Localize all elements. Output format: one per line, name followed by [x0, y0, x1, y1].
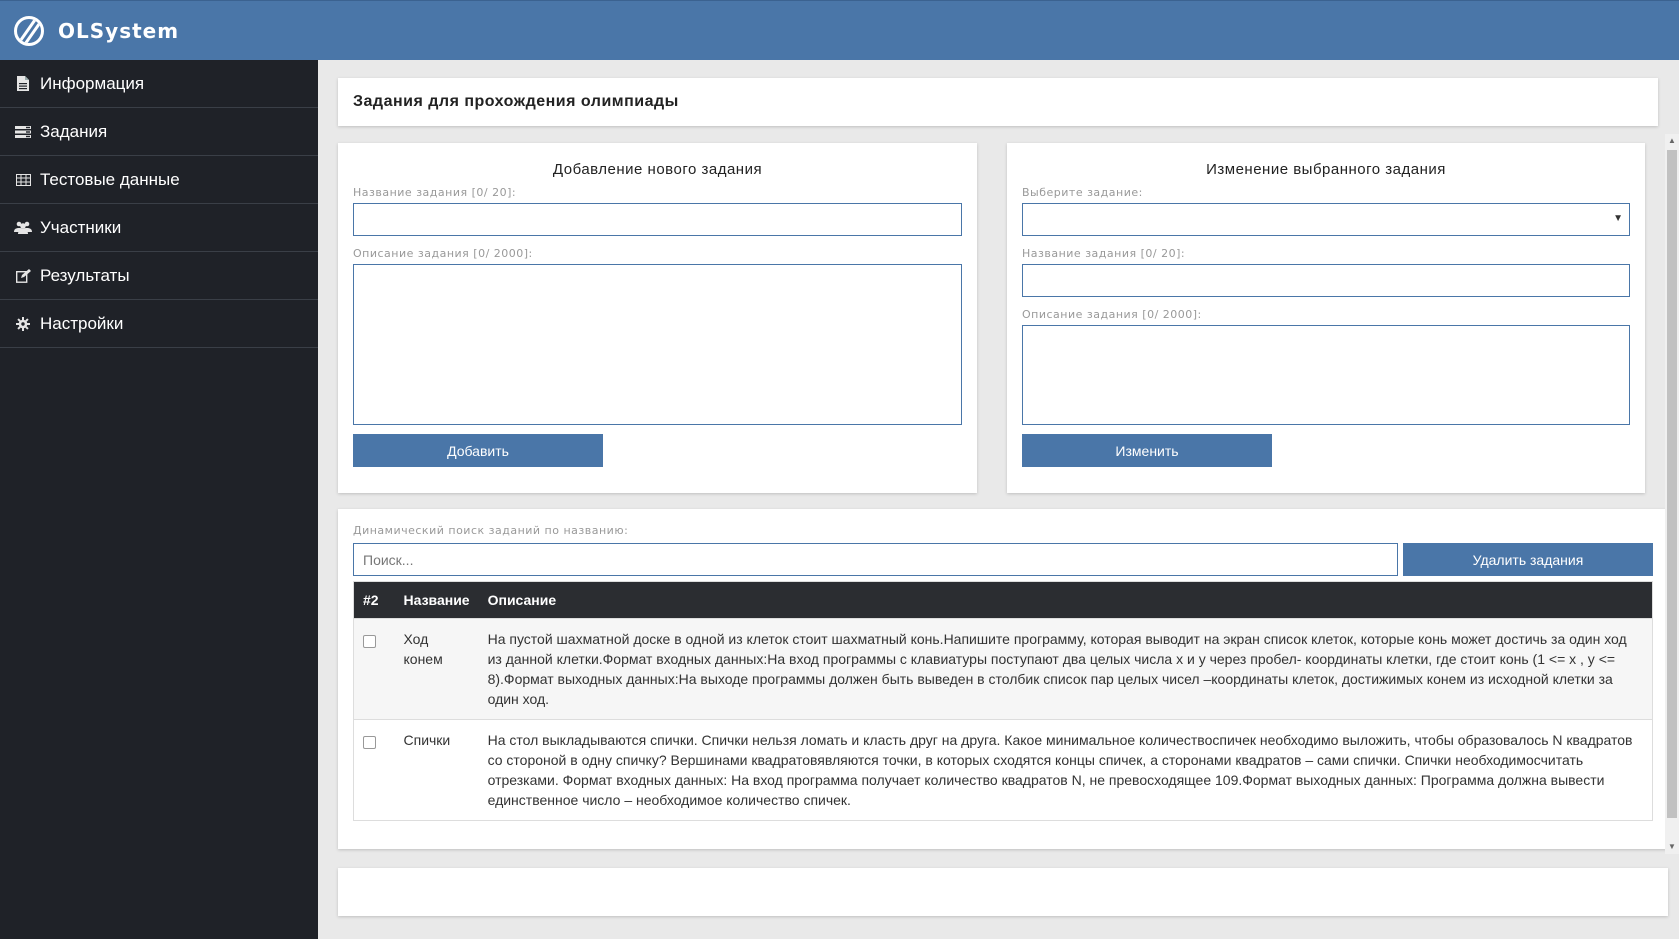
edit-task-heading: Изменение выбранного задания — [1206, 161, 1446, 178]
add-task-button[interactable]: Добавить — [353, 434, 603, 467]
users-icon — [13, 221, 33, 234]
sidebar-item-label: Результаты — [40, 265, 130, 285]
edit-desc-label: Описание задания [0/ 2000]: — [1022, 308, 1202, 321]
sidebar-item-results[interactable]: Результаты — [0, 252, 318, 300]
tasks-table: #2 Название Описание Ход конем На пустой… — [353, 581, 1653, 821]
edit-name-input[interactable] — [1022, 264, 1630, 297]
scroll-down-icon[interactable]: ▼ — [1665, 840, 1679, 854]
column-header-count: #2 — [363, 592, 379, 608]
logo-icon — [14, 15, 44, 46]
add-name-label: Название задания [0/ 20]: — [353, 186, 517, 199]
add-desc-textarea[interactable] — [353, 264, 962, 425]
table-row: Спички На стол выкладываются спички. Спи… — [353, 719, 1653, 821]
scroll-up-icon[interactable]: ▲ — [1665, 134, 1679, 148]
sidebar-item-settings[interactable]: Настройки — [0, 300, 318, 348]
sidebar-item-participants[interactable]: Участники — [0, 204, 318, 252]
add-name-input[interactable] — [353, 203, 962, 236]
brand-title: OLSystem — [58, 18, 180, 43]
sidebar-item-test-data[interactable]: Тестовые данные — [0, 156, 318, 204]
delete-tasks-button[interactable]: Удалить задания — [1403, 543, 1653, 576]
task-name: Спички — [394, 719, 479, 821]
add-task-card: Добавление нового задания Название задан… — [338, 143, 977, 493]
edit-icon — [13, 268, 33, 283]
scrollbar-thumb[interactable] — [1667, 150, 1677, 818]
table-header-row: #2 Название Описание — [353, 581, 1653, 619]
table-row: Ход конем На пустой шахматной доске в од… — [353, 618, 1653, 720]
sidebar-item-label: Настройки — [40, 313, 124, 333]
page-title: Задания для прохождения олимпиады — [338, 78, 1658, 126]
sidebar-item-tasks[interactable]: Задания — [0, 108, 318, 156]
page-scrollbar[interactable]: ▲ ▼ — [1665, 134, 1679, 854]
task-select[interactable]: ▼ — [1022, 203, 1630, 236]
sidebar-item-label: Информация — [40, 73, 145, 93]
sidebar: Информация Задания Тестовые данные Участ… — [0, 60, 318, 939]
edit-name-label: Название задания [0/ 20]: — [1022, 247, 1186, 260]
task-description: На стол выкладываются спички. Спички нел… — [478, 719, 1653, 821]
edit-task-button[interactable]: Изменить — [1022, 434, 1272, 467]
file-icon — [13, 76, 33, 91]
search-label: Динамический поиск заданий по названию: — [353, 524, 629, 537]
gear-icon — [13, 316, 33, 331]
sidebar-item-label: Участники — [40, 217, 122, 237]
task-name: Ход конем — [394, 618, 479, 720]
sidebar-item-label: Задания — [40, 121, 108, 141]
add-desc-label: Описание задания [0/ 2000]: — [353, 247, 533, 260]
search-input[interactable] — [353, 543, 1398, 576]
task-description: На пустой шахматной доске в одной из кле… — [478, 618, 1653, 720]
main-content: Задания для прохождения олимпиады Добавл… — [318, 60, 1679, 939]
column-header-description: Описание — [487, 592, 557, 608]
top-bar: OLSystem — [0, 0, 1679, 60]
add-task-heading: Добавление нового задания — [552, 161, 763, 178]
chevron-down-icon: ▼ — [1613, 213, 1623, 224]
table-icon — [13, 173, 33, 186]
row-checkbox[interactable] — [363, 635, 376, 648]
footer-card — [338, 868, 1668, 916]
row-checkbox[interactable] — [363, 736, 376, 749]
column-header-name: Название — [403, 592, 470, 608]
tasks-icon — [13, 125, 33, 138]
sidebar-item-info[interactable]: Информация — [0, 60, 318, 108]
sidebar-item-label: Тестовые данные — [40, 169, 180, 189]
edit-desc-textarea[interactable] — [1022, 325, 1630, 425]
edit-task-card: Изменение выбранного задания Выберите за… — [1007, 143, 1645, 493]
tasks-list-card: Динамический поиск заданий по названию: … — [338, 509, 1668, 849]
edit-select-label: Выберите задание: — [1022, 186, 1143, 199]
